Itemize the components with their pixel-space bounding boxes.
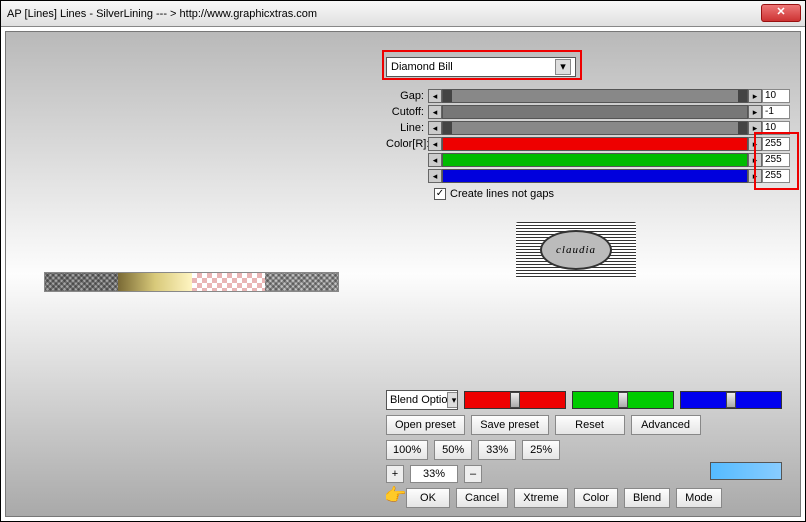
gap-slider[interactable] — [442, 89, 748, 103]
checkbox-label: Create lines not gaps — [450, 188, 554, 200]
color-r-row: Color[R]: ◂ ▸ 255 — [386, 136, 790, 152]
logo-text: claudia — [540, 230, 612, 270]
pointer-icon: 👉 — [384, 485, 406, 506]
decrement-button[interactable]: ◂ — [428, 169, 442, 183]
chevron-down-icon: ▾ — [447, 392, 458, 408]
zoom-presets-row: 100% 50% 33% 25% — [386, 440, 782, 460]
line-row: Line: ◂ ▸ 10 — [386, 120, 790, 136]
mode-button[interactable]: Mode — [676, 488, 722, 508]
zoom-out-button[interactable]: – — [464, 465, 482, 483]
zoom-50-button[interactable]: 50% — [434, 440, 472, 460]
color-button[interactable]: Color — [574, 488, 618, 508]
cutoff-row: Cutoff: ◂ ▸ -1 — [386, 104, 790, 120]
logo: claudia — [516, 222, 636, 278]
zoom-in-button[interactable]: + — [386, 465, 404, 483]
preset-dropdown[interactable]: Diamond Bill ▾ — [386, 57, 576, 77]
increment-button[interactable]: ▸ — [748, 105, 762, 119]
save-preset-button[interactable]: Save preset — [471, 415, 549, 435]
blend-options-label: Blend Optio — [390, 394, 447, 406]
preview-segment — [118, 273, 191, 291]
color-g-slider[interactable] — [442, 153, 748, 167]
ok-button[interactable]: OK — [406, 488, 450, 508]
cutoff-label: Cutoff: — [386, 106, 428, 118]
client-area: Diamond Bill ▾ Gap: ◂ ▸ 10 Cutoff: ◂ ▸ -… — [5, 31, 801, 517]
parameter-panel: Diamond Bill ▾ Gap: ◂ ▸ 10 Cutoff: ◂ ▸ -… — [386, 40, 790, 215]
increment-button[interactable]: ▸ — [748, 89, 762, 103]
preview-strip — [44, 272, 339, 292]
window: AP [Lines] Lines - SilverLining --- > ht… — [0, 0, 806, 522]
line-label: Line: — [386, 122, 428, 134]
slider-thumb[interactable] — [618, 392, 628, 408]
decrement-button[interactable]: ◂ — [428, 105, 442, 119]
color-b-row: ◂ ▸ 255 — [386, 168, 790, 184]
blend-button[interactable]: Blend — [624, 488, 670, 508]
gap-value[interactable]: 10 — [762, 89, 790, 103]
decrement-button[interactable]: ◂ — [428, 89, 442, 103]
open-preset-button[interactable]: Open preset — [386, 415, 465, 435]
color-swatch — [710, 462, 782, 480]
cutoff-slider[interactable] — [442, 105, 748, 119]
slider-thumb[interactable] — [726, 392, 736, 408]
gap-row: Gap: ◂ ▸ 10 — [386, 88, 790, 104]
window-title: AP [Lines] Lines - SilverLining --- > ht… — [7, 8, 317, 20]
color-r-slider[interactable] — [442, 137, 748, 151]
zoom-value[interactable]: 33% — [410, 465, 458, 483]
xtreme-button[interactable]: Xtreme — [514, 488, 567, 508]
preview-segment — [45, 273, 118, 291]
decrement-button[interactable]: ◂ — [428, 137, 442, 151]
reset-button[interactable]: Reset — [555, 415, 625, 435]
blue-slider[interactable] — [680, 391, 782, 409]
zoom-25-button[interactable]: 25% — [522, 440, 560, 460]
zoom-100-button[interactable]: 100% — [386, 440, 428, 460]
red-slider[interactable] — [464, 391, 566, 409]
create-lines-checkbox[interactable]: ✓ Create lines not gaps — [434, 188, 554, 200]
line-slider[interactable] — [442, 121, 748, 135]
chevron-down-icon: ▾ — [555, 59, 571, 75]
titlebar: AP [Lines] Lines - SilverLining --- > ht… — [1, 1, 805, 27]
highlight-box — [754, 132, 799, 190]
color-g-row: ◂ ▸ 255 — [386, 152, 790, 168]
preview-segment — [192, 273, 265, 291]
preset-buttons-row: Open preset Save preset Reset Advanced — [386, 415, 782, 435]
color-r-label: Color[R]: — [386, 138, 428, 150]
advanced-button[interactable]: Advanced — [631, 415, 701, 435]
color-b-slider[interactable] — [442, 169, 748, 183]
zoom-33-button[interactable]: 33% — [478, 440, 516, 460]
control-panel: Blend Optio ▾ Open preset Save preset Re… — [386, 390, 782, 508]
decrement-button[interactable]: ◂ — [428, 121, 442, 135]
blend-options-dropdown[interactable]: Blend Optio ▾ — [386, 390, 458, 410]
cutoff-value[interactable]: -1 — [762, 105, 790, 119]
blend-row: Blend Optio ▾ — [386, 390, 782, 410]
cancel-button[interactable]: Cancel — [456, 488, 508, 508]
checkbox-icon: ✓ — [434, 188, 446, 200]
preview-segment — [265, 273, 338, 291]
gap-label: Gap: — [386, 90, 428, 102]
decrement-button[interactable]: ◂ — [428, 153, 442, 167]
slider-thumb[interactable] — [510, 392, 520, 408]
slider-rows: Gap: ◂ ▸ 10 Cutoff: ◂ ▸ -1 Line: ◂ — [386, 88, 790, 200]
preset-value: Diamond Bill — [391, 61, 453, 73]
close-button[interactable]: ✕ — [761, 4, 801, 22]
green-slider[interactable] — [572, 391, 674, 409]
action-buttons-row: OK Cancel Xtreme Color Blend Mode — [406, 488, 782, 508]
